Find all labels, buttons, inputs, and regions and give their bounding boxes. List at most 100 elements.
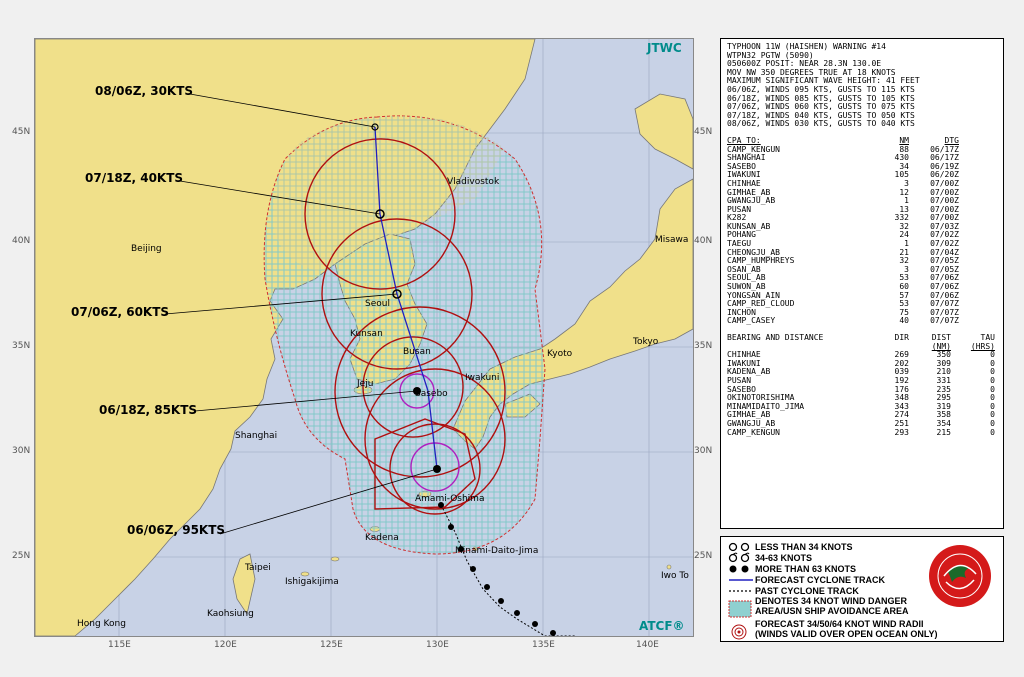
- cpa-location: CHINHAE: [727, 179, 761, 188]
- lat-label-right-45n: 45N: [694, 127, 713, 137]
- bearing-row: CAMP_KENGUN 293 215 0: [721, 427, 1003, 438]
- legend-label: LESS THAN 34 KNOTS: [755, 542, 853, 552]
- legend-label: PAST CYCLONE TRACK: [755, 586, 859, 596]
- bearing-row: GIMHAE_AB 274 358 0: [721, 411, 1003, 420]
- cpa-row: YONGSAN_AIN 57 07/06Z: [721, 291, 1003, 301]
- cpa-location: YONGSAN_AIN: [727, 291, 780, 300]
- legend-panel: LESS THAN 34 KNOTS 34-63 KNOTS MORE THAN…: [720, 536, 1004, 642]
- bearing-row: SASEBO 176 235 0: [721, 385, 1003, 395]
- cpa-location: CAMP_KENGUN: [727, 145, 780, 154]
- forecast-label-120h: 08/06Z, 30KTS: [95, 84, 194, 98]
- cpa-row: PUSAN 13 07/00Z: [721, 205, 1003, 215]
- cpa-row: TAEGU 1 07/02Z: [721, 239, 1003, 249]
- legend-label: 34-63 KNOTS: [755, 553, 813, 563]
- cpa-row: CAMP_HUMPHREYS 32 07/05Z: [721, 257, 1003, 266]
- lat-label-right-25n: 25N: [694, 551, 713, 561]
- lat-label-35n: 35N: [12, 341, 31, 351]
- legend-label: (WINDS VALID OVER OPEN OCEAN ONLY): [755, 629, 938, 639]
- jtwc-seal-logo: [929, 545, 991, 607]
- cpa-row: IWAKUNI 105 06/20Z: [721, 171, 1003, 180]
- wind-radii-icon: [727, 623, 755, 640]
- lat-label-25n: 25N: [12, 551, 31, 561]
- lon-label-140e: 140E: [636, 640, 659, 650]
- cpa-location: K282: [727, 214, 747, 223]
- track-map: JTWC ATCF® 08/06Z, 30KTS 07/18Z, 40KTS 0…: [34, 38, 694, 637]
- cpa-row: CAMP_CASEY 40 07/07Z: [721, 317, 1003, 326]
- place-jeju: Jeju: [357, 379, 374, 389]
- cpa-header: CPA TO:: [727, 136, 761, 145]
- legend-label: FORECAST 34/50/64 KNOT WIND RADII: [755, 619, 924, 629]
- legend-label: DENOTES 34 KNOT WIND DANGER: [755, 596, 908, 606]
- forecast-label-48h: 06/18Z, 85KTS: [99, 403, 198, 417]
- cpa-location: SASEBO: [727, 162, 756, 171]
- cpa-location: TAEGU: [727, 240, 752, 249]
- bearing-location: MINAMIDAITO_JIMA: [727, 402, 805, 411]
- cpa-row: INCHON 75 07/07Z: [721, 308, 1003, 318]
- cpa-row: KUNSAN_AB 32 07/03Z: [721, 222, 1003, 232]
- bearing-location: GIMHAE_AB: [727, 411, 771, 420]
- bearing-direction: 293: [894, 427, 909, 437]
- place-vladivostok: Vladivostok: [447, 177, 500, 187]
- lat-label-40n: 40N: [12, 236, 31, 246]
- cpa-row: SHANGHAI 430 06/17Z: [721, 154, 1003, 163]
- lat-label-right-40n: 40N: [694, 236, 713, 246]
- legend-item-danger: DENOTES 34 KNOT WIND DANGER AREA/USN SHI…: [727, 596, 909, 618]
- jtwc-tag: JTWC: [647, 41, 682, 55]
- cpa-header-row: CPA TO: NM DTG: [721, 136, 1003, 146]
- bearing-location: SASEBO: [727, 385, 756, 394]
- bearing-header-row: BEARING AND DISTANCE DIR DIST TAU: [721, 333, 1003, 343]
- cpa-time: 07/07Z: [930, 316, 959, 326]
- lon-label-115e: 115E: [108, 640, 131, 650]
- cpa-location: CAMP_CASEY: [727, 317, 776, 326]
- lon-label-135e: 135E: [532, 640, 555, 650]
- bearing-location: OKINOTORISHIMA: [727, 394, 795, 403]
- bearing-row: PUSAN 192 331 0: [721, 376, 1003, 386]
- cpa-section: CPA TO: NM DTG CAMP_KENGUN 88 06/17Z SHANGH…: [721, 136, 1003, 326]
- forecast-label-24h: 06/06Z, 95KTS: [127, 523, 226, 537]
- lat-label-30n: 30N: [12, 446, 31, 456]
- lat-label-45n: 45N: [12, 127, 31, 137]
- cpa-location: GIMHAE_AB: [727, 188, 771, 197]
- cpa-location: IWAKUNI: [727, 171, 761, 180]
- bearing-tau: 0: [990, 427, 995, 437]
- bearing-row: CHINHAE 269 350 0: [721, 351, 1003, 360]
- cpa-table: CAMP_KENGUN 88 06/17Z SHANGHAI 430 06/17Z SASE…: [721, 145, 1003, 326]
- bearing-row: OKINOTORISHIMA 348 295 0: [721, 394, 1003, 403]
- bearing-subheader-row: (NM) (HRS): [721, 342, 1003, 352]
- warning-info-panel: TYPHOON 11W (HAISHEN) WARNING #14 WTPN32…: [720, 38, 1004, 529]
- cpa-location: SEOUL_AB: [727, 274, 766, 283]
- bearing-header-dir: DIR: [894, 333, 909, 342]
- cpa-location: GWANGJU_AB: [727, 197, 776, 206]
- bearing-row: KADENA_AB 039 210 0: [721, 368, 1003, 377]
- cpa-row: CHEONGJU_AB 21 07/04Z: [721, 248, 1003, 258]
- bearing-section: BEARING AND DISTANCE DIR DIST TAU (NM) (…: [721, 333, 1003, 438]
- lon-label-130e: 130E: [426, 640, 449, 650]
- place-hongkong: Hong Kong: [77, 619, 126, 629]
- cpa-location: CHEONGJU_AB: [727, 248, 780, 257]
- cpa-distance: 40: [899, 316, 909, 326]
- place-ishigakijima: Ishigakijima: [285, 577, 339, 587]
- bearing-location: KADENA_AB: [727, 368, 771, 377]
- cpa-row: POHANG 24 07/02Z: [721, 231, 1003, 240]
- cpa-row: GIMHAE_AB 12 07/00Z: [721, 188, 1003, 198]
- cpa-location: CAMP_HUMPHREYS: [727, 257, 795, 266]
- cpa-location: CAMP_RED_CLOUD: [727, 300, 795, 309]
- bearing-location: GWANGJU_AB: [727, 419, 776, 428]
- legend-label: MORE THAN 63 KNOTS: [755, 564, 857, 574]
- atcf-tag: ATCF®: [639, 619, 685, 633]
- lon-label-125e: 125E: [320, 640, 343, 650]
- legend-label: AREA/USN SHIP AVOIDANCE AREA: [755, 606, 909, 616]
- bearing-location: IWAKUNI: [727, 359, 761, 368]
- cpa-location: POHANG: [727, 231, 756, 240]
- place-tokyo: Tokyo: [633, 337, 659, 347]
- lon-label-120e: 120E: [214, 640, 237, 650]
- place-kadena: Kadena: [365, 533, 399, 543]
- cpa-row: SUWON_AB 60 07/06Z: [721, 282, 1003, 292]
- cpa-row: K282 332 07/00Z: [721, 214, 1003, 223]
- cpa-row: CAMP_RED_CLOUD 53 07/07Z: [721, 300, 1003, 309]
- place-shanghai: Shanghai: [235, 431, 278, 441]
- bearing-header: BEARING AND DISTANCE: [727, 334, 824, 342]
- place-misawa: Misawa: [655, 235, 689, 245]
- header-line: 08/06Z, WINDS 030 KTS, GUSTS TO 040 KTS: [727, 119, 915, 129]
- cpa-location: SHANGHAI: [727, 154, 766, 163]
